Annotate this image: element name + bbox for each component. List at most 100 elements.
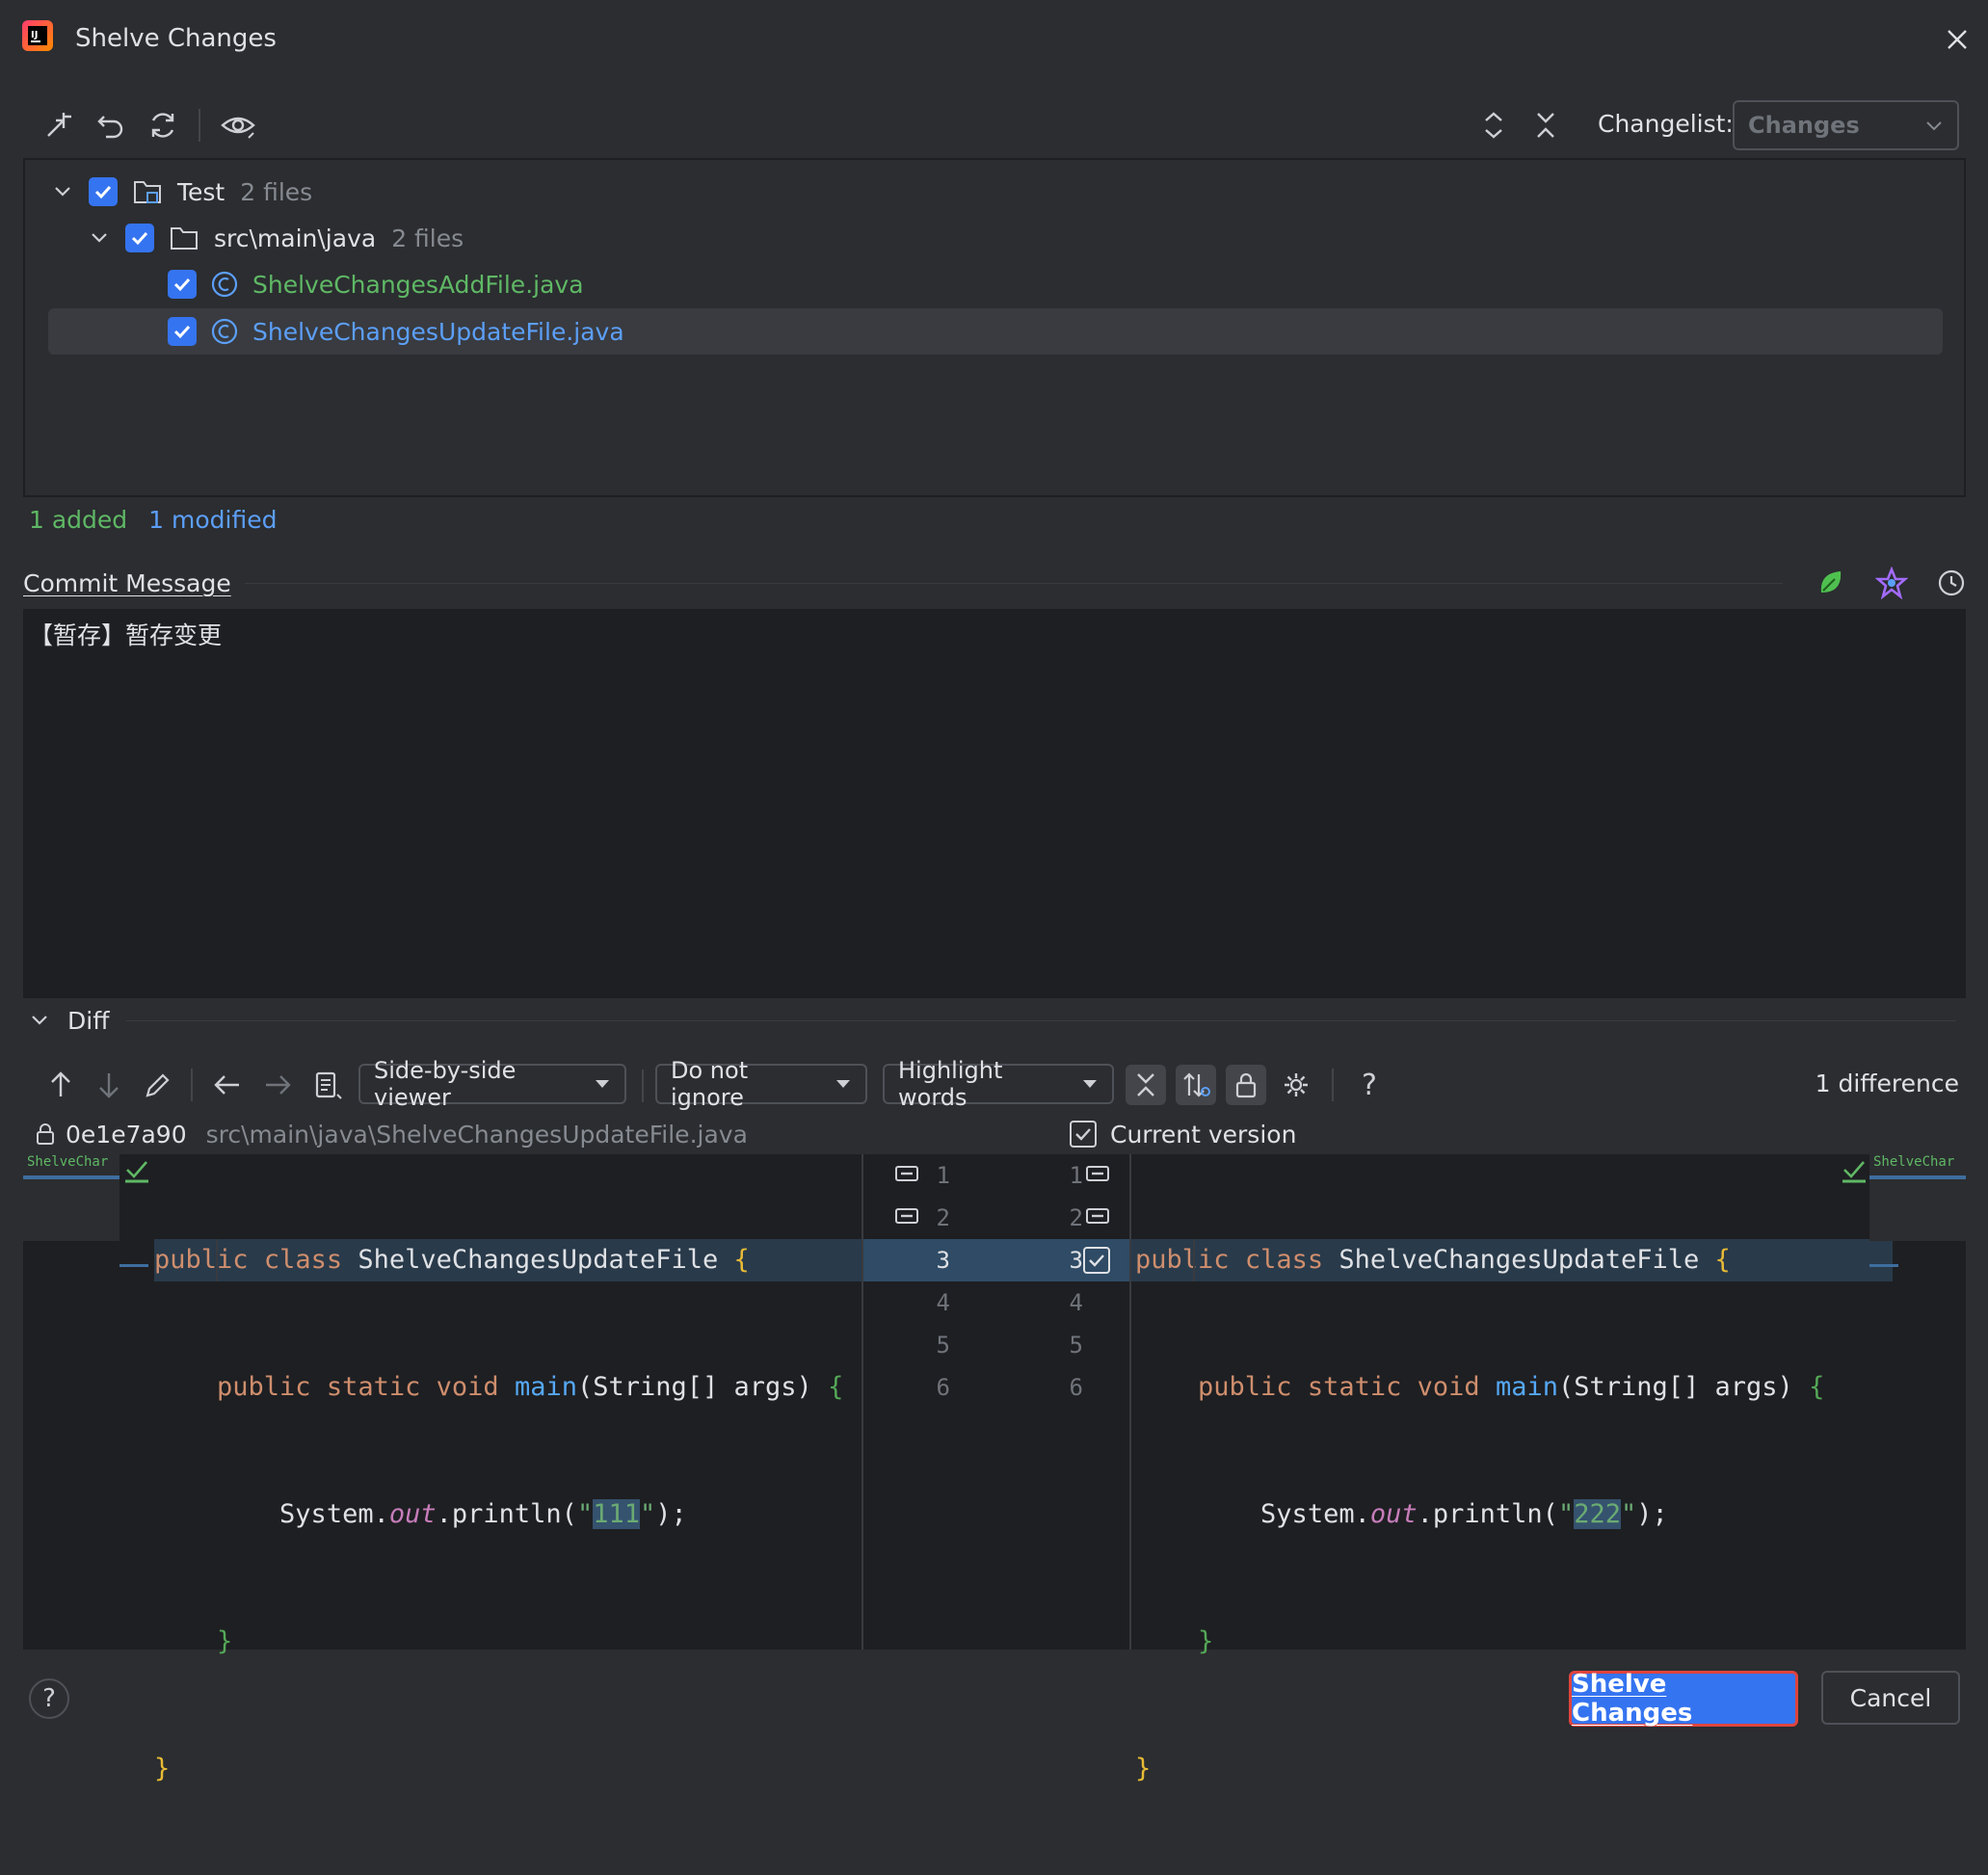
code-line: public static void main(String[] args) { <box>1198 1372 1825 1402</box>
move-to-changelist-icon[interactable] <box>42 109 75 142</box>
left-code[interactable]: public class ShelveChangesUpdateFile { p… <box>154 1154 843 1875</box>
arrow-up-icon[interactable] <box>46 1070 75 1100</box>
changes-tree: Test 2 files src\main\java 2 files Shelv… <box>23 158 1966 497</box>
line-marker-icon[interactable] <box>1085 1206 1110 1228</box>
chevron-down-icon[interactable] <box>52 184 73 199</box>
line-number: 6 <box>936 1374 950 1401</box>
left-revision: 0e1e7a90 <box>66 1120 187 1149</box>
code-line: } <box>1135 1754 1152 1783</box>
include-change-checkbox[interactable] <box>1083 1247 1110 1274</box>
line-marker-icon[interactable] <box>1085 1164 1110 1185</box>
ai-assistant-icon[interactable] <box>1875 567 1908 599</box>
modified-count-link[interactable]: 1 modified <box>148 506 277 534</box>
checkbox-file-added[interactable] <box>168 270 197 299</box>
left-minimap: ShelveChar <box>23 1154 119 1241</box>
left-line-numbers: 1 2 3 4 5 6 <box>890 1154 950 1409</box>
tree-actions <box>1480 106 1559 145</box>
chevron-down-icon[interactable] <box>89 230 110 246</box>
toolbar-separator <box>191 1069 193 1101</box>
tree-file-row[interactable]: ShelveChangesAddFile.java <box>168 264 584 304</box>
diff-section-header[interactable]: Diff <box>29 1002 1956 1039</box>
difference-count: 1 difference <box>1815 1070 1959 1097</box>
arrow-left-icon[interactable] <box>212 1070 243 1099</box>
file-name-modified: ShelveChangesUpdateFile.java <box>252 317 624 346</box>
app-logo-icon: IJ <box>21 19 54 58</box>
module-folder-icon <box>133 178 162 205</box>
section-divider <box>244 582 1783 584</box>
left-file-header: 0e1e7a90 src\main\java\ShelveChangesUpda… <box>35 1116 748 1152</box>
chevron-down-icon[interactable] <box>29 1013 50 1028</box>
diff-toolbar <box>46 1064 343 1106</box>
line-number: 3 <box>1069 1247 1083 1274</box>
no-problems-check-icon <box>1841 1158 1868 1183</box>
gear-icon[interactable] <box>1276 1065 1316 1105</box>
checkbox-folder[interactable] <box>125 224 154 252</box>
line-marker-icon[interactable] <box>894 1206 919 1228</box>
highlight-value: Highlight words <box>898 1057 1003 1111</box>
caret-down-icon <box>835 1078 852 1090</box>
collapse-all-icon[interactable] <box>1532 109 1559 142</box>
changelist-dropdown[interactable]: Changes <box>1733 100 1959 150</box>
history-clock-icon[interactable] <box>1937 568 1966 597</box>
viewer-value: Side-by-side viewer <box>374 1057 517 1111</box>
code-line: public class ShelveChangesUpdateFile { <box>154 1245 750 1275</box>
arrow-right-icon[interactable] <box>262 1070 293 1099</box>
line-number: 4 <box>1069 1289 1083 1316</box>
change-marker <box>119 1264 148 1267</box>
indent-guide <box>216 1239 218 1281</box>
help-button[interactable]: ? <box>29 1678 69 1719</box>
java-class-icon <box>210 317 239 346</box>
shelve-changes-button[interactable]: Shelve Changes <box>1569 1670 1798 1728</box>
highlight-dropdown[interactable]: Highlight words <box>883 1057 1114 1111</box>
open-file-icon[interactable] <box>312 1070 343 1100</box>
java-class-icon <box>210 270 239 299</box>
diff-label: Diff <box>67 1006 110 1035</box>
folder-name: src\main\java <box>214 224 377 252</box>
rollback-icon[interactable] <box>94 109 127 142</box>
sync-scroll-icon[interactable] <box>1176 1065 1216 1105</box>
code-line: } <box>217 1626 233 1656</box>
lock-icon[interactable] <box>1226 1065 1266 1105</box>
collapse-unchanged-icon[interactable] <box>1126 1065 1166 1105</box>
commit-message-label: Commit Message <box>23 568 231 597</box>
tree-file-row[interactable]: ShelveChangesUpdateFile.java <box>168 311 624 352</box>
title-bar: IJ Shelve Changes <box>21 17 277 60</box>
expand-all-icon[interactable] <box>1480 109 1507 142</box>
close-icon[interactable] <box>1941 23 1974 56</box>
right-file-header: Current version <box>1070 1116 1296 1152</box>
checkbox-file-modified[interactable] <box>168 317 197 346</box>
section-divider <box>126 1019 1956 1021</box>
commit-message-input[interactable]: 【暂存】暂存变更 <box>23 609 1966 998</box>
right-code[interactable]: public class ShelveChangesUpdateFile { p… <box>1135 1154 1824 1875</box>
current-version-checkbox[interactable] <box>1070 1121 1097 1148</box>
gutter-divider-right <box>1129 1154 1131 1650</box>
ignore-dropdown[interactable]: Do not ignore <box>655 1057 867 1111</box>
left-minimap-label: ShelveChar <box>27 1154 109 1170</box>
viewer-dropdown[interactable]: Side-by-side viewer <box>358 1057 626 1111</box>
right-file-label: Current version <box>1110 1120 1297 1149</box>
checkbox-root[interactable] <box>89 177 118 206</box>
caret-down-icon <box>1081 1078 1099 1090</box>
ignore-value: Do not ignore <box>671 1057 749 1111</box>
added-count-link[interactable]: 1 added <box>29 506 127 534</box>
edit-pencil-icon[interactable] <box>143 1070 172 1100</box>
code-line: public static void main(String[] args) { <box>217 1372 844 1402</box>
tree-node-folder[interactable]: src\main\java 2 files <box>89 218 464 258</box>
root-name: Test <box>177 177 225 206</box>
changes-toolbar <box>42 104 256 146</box>
cancel-button[interactable]: Cancel <box>1821 1671 1960 1725</box>
commit-message-header: Commit Message <box>23 565 1966 601</box>
arrow-down-icon[interactable] <box>94 1070 123 1100</box>
no-problems-check-icon <box>123 1158 150 1183</box>
gutter-divider-left <box>861 1154 863 1650</box>
tree-node-root[interactable]: Test 2 files <box>52 172 312 212</box>
eye-icon[interactable] <box>220 109 256 142</box>
cancel-label: Cancel <box>1849 1683 1932 1712</box>
help-icon[interactable]: ? <box>1349 1065 1390 1105</box>
left-changed-word: 111 <box>593 1499 640 1529</box>
refresh-icon[interactable] <box>146 109 179 142</box>
line-number: 6 <box>1069 1374 1083 1401</box>
ai-leaf-icon[interactable] <box>1816 568 1846 598</box>
right-changed-word: 222 <box>1574 1499 1621 1529</box>
line-marker-icon[interactable] <box>894 1164 919 1185</box>
